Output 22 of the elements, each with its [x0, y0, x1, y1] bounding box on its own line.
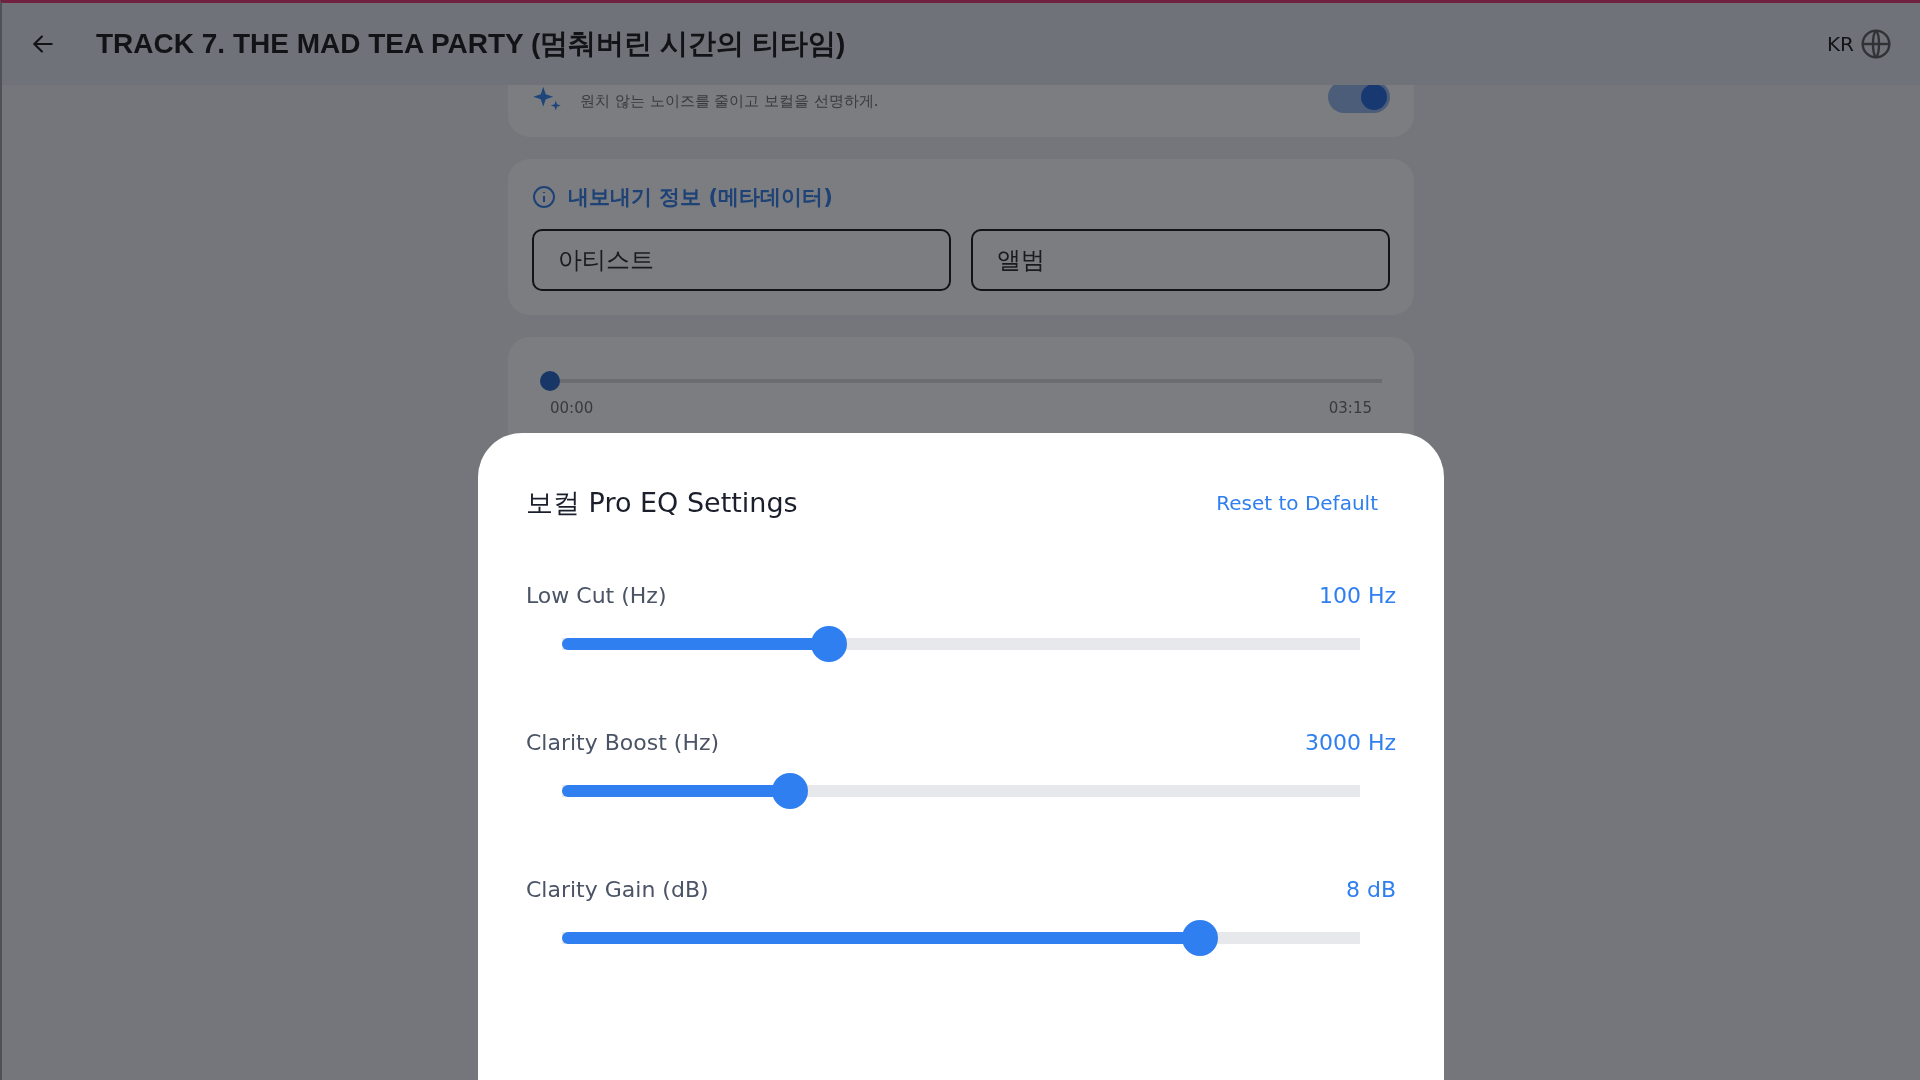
- slider-value: 3000 Hz: [1304, 730, 1396, 755]
- slider-thumb[interactable]: [1182, 920, 1219, 956]
- reset-link[interactable]: Reset to Default: [1216, 491, 1378, 515]
- slider-thumb[interactable]: [772, 773, 809, 809]
- metadata-input[interactable]: 앨범: [971, 229, 1390, 291]
- progress-thumb[interactable]: [540, 371, 560, 391]
- slider-value: 8 dB: [1345, 877, 1396, 902]
- sheet-title: 보컬 Pro EQ Settings: [526, 486, 798, 520]
- globe-icon[interactable]: [1860, 28, 1892, 60]
- enhance-description: 원치 않는 노이즈를 줄이고 보컬을 선명하게.: [580, 92, 880, 112]
- elapsed-time: 00:00: [550, 399, 594, 417]
- slider-value: 100 Hz: [1318, 583, 1396, 608]
- metadata-title: 내보내기 정보 (메타데이터): [568, 184, 833, 211]
- slider-thumb[interactable]: [810, 626, 847, 662]
- total-time: 03:15: [1328, 399, 1372, 417]
- slider-label: Clarity Gain (dB): [526, 877, 709, 902]
- language-code[interactable]: KR: [1827, 32, 1854, 56]
- track-title: TRACK 7. THE MAD TEA PARTY (멈춰버린 시간의 티타임): [96, 27, 847, 61]
- metadata-input[interactable]: 아티스트: [532, 229, 951, 291]
- slider-label: Low Cut (Hz): [526, 583, 667, 608]
- info-icon: [532, 185, 556, 209]
- slider-label: Clarity Boost (Hz): [526, 730, 720, 755]
